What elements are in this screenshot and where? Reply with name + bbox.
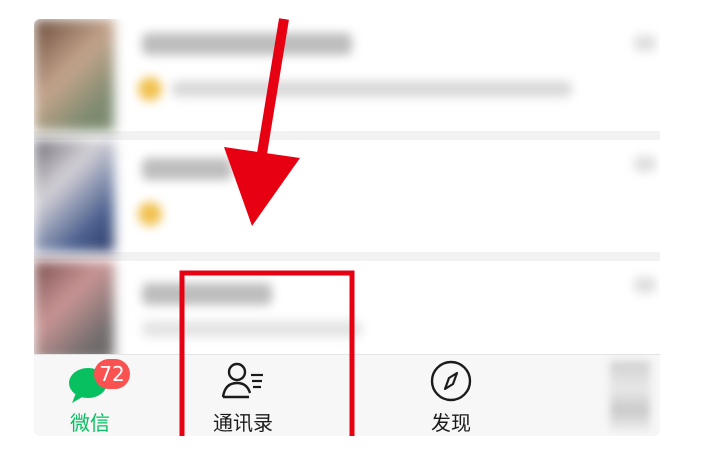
highlight-box: [179, 270, 355, 436]
arrow-head: [224, 147, 300, 226]
annotation-overlay: [179, 18, 355, 436]
